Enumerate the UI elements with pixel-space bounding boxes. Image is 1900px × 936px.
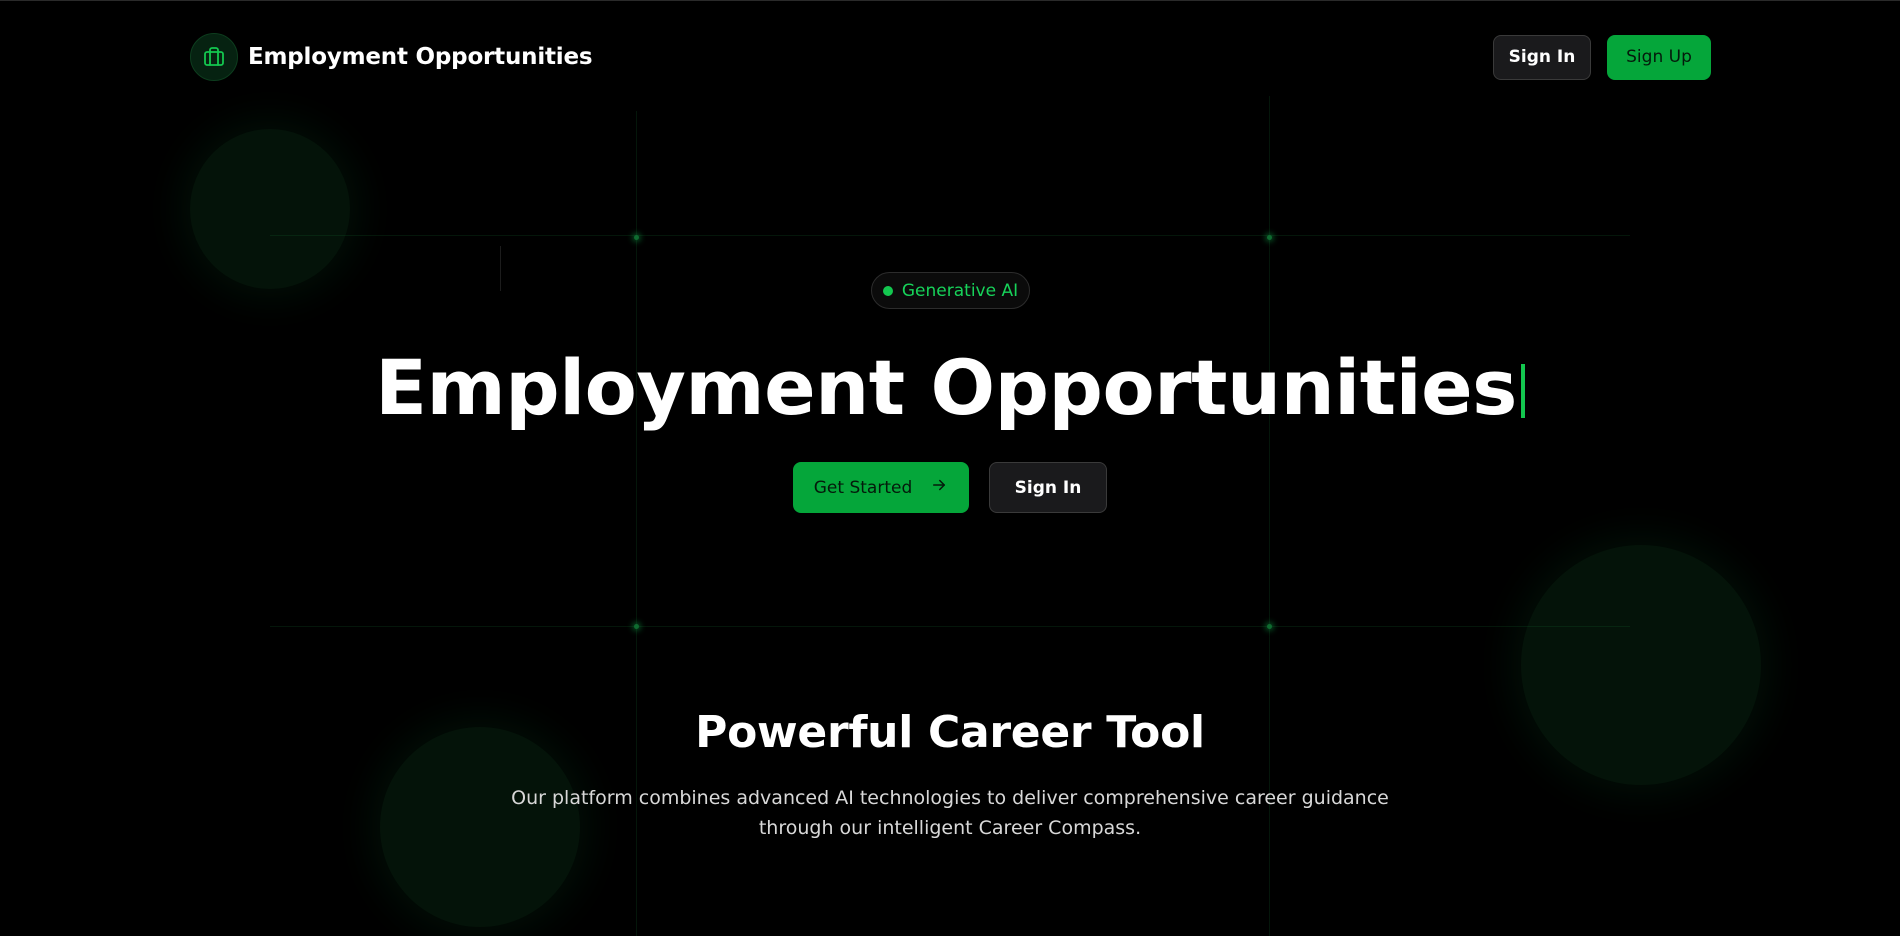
landing-page: Employment Opportunities Sign In Sign Up… bbox=[0, 0, 1900, 936]
header-actions: Sign In Sign Up bbox=[1493, 34, 1711, 80]
background-grid-dot bbox=[1267, 624, 1272, 629]
features-description: Our platform combines advanced AI techno… bbox=[511, 787, 1389, 839]
brand-name: Employment Opportunities bbox=[248, 44, 593, 70]
site-header: Employment Opportunities Sign In Sign Up bbox=[190, 30, 1711, 84]
hero-sign-in-button[interactable]: Sign In bbox=[989, 462, 1107, 513]
background-grid-line bbox=[270, 626, 1630, 627]
get-started-label: Get Started bbox=[813, 477, 913, 498]
header-sign-up-button[interactable]: Sign Up bbox=[1607, 34, 1711, 80]
background-grid-dot bbox=[1267, 235, 1272, 240]
background-grid-dot bbox=[634, 235, 639, 240]
hero-actions: Get Started Sign In bbox=[0, 462, 1900, 513]
background-grid-line bbox=[500, 246, 501, 291]
brand-logo-link[interactable]: Employment Opportunities bbox=[190, 33, 593, 81]
header-sign-in-button[interactable]: Sign In bbox=[1493, 34, 1591, 80]
status-dot-icon bbox=[882, 285, 893, 296]
background-grid-dot bbox=[634, 624, 639, 629]
badge-label: Generative AI bbox=[901, 280, 1019, 301]
typing-cursor-icon bbox=[1520, 364, 1525, 418]
hero-title-text: Employment Opportunities bbox=[375, 343, 1517, 432]
generative-ai-badge: Generative AI bbox=[871, 272, 1030, 309]
briefcase-icon bbox=[190, 33, 238, 81]
arrow-right-icon bbox=[930, 476, 948, 499]
hero-title: Employment Opportunities bbox=[0, 338, 1900, 438]
background-glow-circle bbox=[190, 129, 350, 289]
background-grid-line bbox=[270, 235, 1630, 236]
features-title: Powerful Career Tool bbox=[695, 707, 1205, 758]
get-started-button[interactable]: Get Started bbox=[793, 462, 969, 513]
